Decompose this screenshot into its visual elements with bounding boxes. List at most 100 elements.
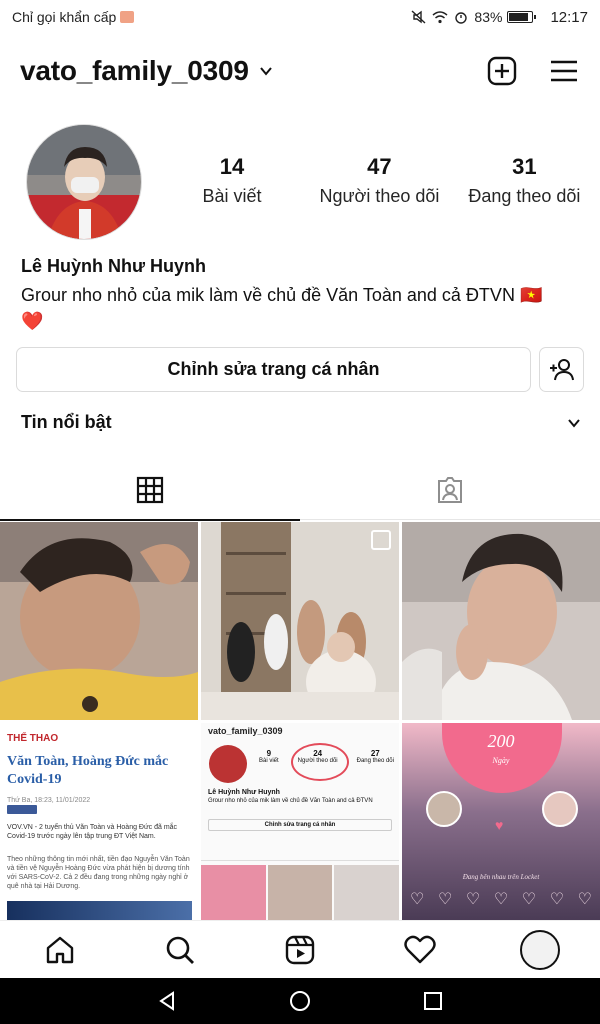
mini-following: 27 [370, 749, 380, 758]
battery-icon [507, 11, 537, 23]
android-home-button[interactable] [288, 989, 312, 1013]
tab-tagged[interactable] [300, 460, 600, 520]
profile-full-name: Lê Huỳnh Như Huynh [21, 256, 207, 276]
bottom-navigation [0, 920, 600, 978]
heart-icon: ♡ [577, 891, 592, 908]
news-like-badge [7, 805, 37, 814]
profile-avatar[interactable] [26, 124, 142, 240]
status-bar: Chỉ gọi khẩn cấp 83% 12:17 [0, 0, 600, 34]
tab-posts-grid[interactable] [0, 460, 300, 521]
multiple-photos-icon [371, 530, 391, 550]
news-date: Thứ Ba, 18:23, 11/01/2022 [7, 797, 91, 804]
create-post-button[interactable] [486, 55, 518, 87]
status-left: Chỉ gọi khẩn cấp [12, 9, 135, 25]
username-switcher[interactable]: vato_family_0309 [20, 55, 249, 87]
grid-icon [136, 476, 164, 504]
edit-profile-button[interactable]: Chỉnh sửa trang cá nhân [16, 347, 531, 392]
post-image [201, 522, 399, 720]
status-time: 12:17 [550, 8, 588, 26]
heart-icon: ♡ [410, 891, 425, 908]
status-right: 83% 12:17 [411, 9, 588, 26]
profile-tabs [0, 460, 600, 521]
wifi-icon [432, 11, 448, 24]
post-thumbnail-6[interactable]: 200 Ngày ♥ Đang bên nhau trên Locket ♡ ♡ ♡… [402, 723, 600, 920]
stat-followers[interactable]: 47 Người theo dõi [306, 154, 453, 207]
android-navigation-bar [0, 978, 600, 1024]
posts-count: 14 [219, 154, 245, 179]
nav-search[interactable] [158, 928, 202, 972]
home-circle-icon [289, 991, 310, 1011]
header-actions [486, 55, 580, 87]
mini-username: vato_family_0309 [208, 726, 283, 736]
chevron-down-icon[interactable] [567, 416, 581, 430]
mini-bio: Grour nho nhỏ của mik làm về chủ đề Văn … [208, 798, 373, 804]
heart-icon: ♡ [521, 891, 537, 908]
mini-photo [267, 865, 333, 920]
heart-icon: ♡ [437, 891, 453, 908]
profile-stats: 14 Bài viết 47 Người theo dõi 31 Đang th… [188, 154, 588, 207]
mini-name: Lê Huỳnh Như Huynh [208, 789, 280, 796]
android-recents-button[interactable] [421, 989, 445, 1013]
tagged-icon [438, 477, 462, 503]
nav-reels[interactable] [278, 928, 322, 972]
mini-stat-following: 27 Đang theo dõi [357, 749, 394, 764]
recents-square-icon [424, 992, 443, 1010]
mini-photos [201, 865, 399, 920]
mini-stat-posts: 9 Bài viết [259, 749, 279, 764]
add-person-icon [549, 358, 574, 380]
mini-photo [334, 865, 399, 920]
followers-label: Người theo dõi [319, 186, 440, 206]
avatar-photo [27, 125, 141, 239]
news-body: VOV.VN - 2 tuyển thủ Văn Toàn và Hoàng Đ… [7, 824, 178, 840]
heart-icon: ♥ [495, 817, 504, 833]
posts-grid: THỂ THAO Văn Toàn, Hoàng Đức mắc Covid-1… [0, 522, 600, 920]
days-number: 200 [487, 731, 515, 751]
heart-icon: ♡ [549, 891, 565, 908]
post-image [0, 522, 198, 720]
post-thumbnail-3[interactable] [402, 522, 600, 720]
mini-stats: 9 Bài viết 24 Người theo dõi 27 Đang theo d… [259, 749, 394, 764]
bio-line-2: ❤️ [21, 311, 44, 331]
emergency-icon [120, 11, 135, 23]
discover-people-button[interactable] [539, 347, 584, 392]
heart-icon: ♡ [465, 891, 481, 908]
mini-avatar [209, 745, 247, 783]
highlights-title: Tin nổi bật [21, 412, 112, 432]
nav-profile[interactable] [518, 928, 562, 972]
news-body-2: Theo những thông tin mới nhất, tiền đạo … [7, 856, 190, 890]
news-image [7, 901, 192, 920]
chevron-down-icon[interactable] [259, 64, 273, 78]
news-tag: THỂ THAO [7, 733, 59, 744]
stat-posts[interactable]: 14 Bài viết [188, 154, 276, 207]
profile-header: vato_family_0309 [0, 46, 600, 96]
mini-posts: 9 [266, 749, 272, 758]
menu-button[interactable] [548, 55, 580, 87]
back-triangle-icon [158, 991, 174, 1011]
nav-activity[interactable] [398, 928, 442, 972]
days-subtitle: Ngày [492, 756, 510, 765]
add-post-icon [487, 56, 517, 86]
post-thumbnail-5[interactable]: vato_family_0309 9 Bài viết 24 Người theo … [201, 723, 399, 920]
reels-icon [285, 935, 315, 964]
post-image [402, 522, 600, 720]
nav-home[interactable] [38, 928, 82, 972]
heart-icon: ♡ [493, 891, 509, 908]
posts-label: Bài viết [202, 186, 262, 206]
heart-icon [404, 935, 436, 963]
couple-avatar-right [542, 791, 578, 827]
mini-edit-button: Chỉnh sửa trang cá nhân [208, 819, 392, 831]
heart-row: ♡ ♡ ♡ ♡ ♡ ♡ ♡ [410, 889, 592, 909]
alarm-icon [455, 12, 468, 24]
mute-icon [411, 10, 426, 24]
post-thumbnail-1[interactable] [0, 522, 198, 720]
android-back-button[interactable] [155, 989, 179, 1013]
couple-avatar-left [426, 791, 462, 827]
stat-following[interactable]: 31 Đang theo dõi [461, 154, 588, 207]
post-thumbnail-4[interactable]: THỂ THAO Văn Toàn, Hoàng Đức mắc Covid-1… [0, 723, 198, 920]
mini-followers-label: Người theo dõi [297, 758, 338, 764]
post-thumbnail-2[interactable] [201, 522, 399, 720]
followers-count: 47 [367, 154, 392, 179]
following-count: 31 [512, 154, 537, 179]
story-highlights[interactable]: Tin nổi bật [21, 412, 581, 433]
bio-line-1: Grour nho nhỏ của mik làm về chủ đề Văn … [21, 285, 543, 305]
